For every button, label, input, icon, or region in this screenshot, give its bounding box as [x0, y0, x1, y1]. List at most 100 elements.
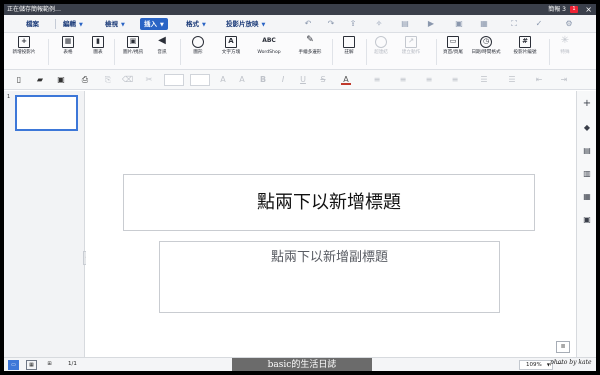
slideshow-icon[interactable]: ▣	[454, 19, 464, 29]
italic-icon[interactable]: I	[278, 75, 288, 85]
format-toolbar: ▯ ▰ ▣ ⎙ ⎘ ⌫ ✂ A A B I U S A ≡ ≡ ≡ ≡ ☰ ☰ …	[4, 70, 596, 90]
add-icon[interactable]: +	[582, 99, 592, 109]
transition-icon[interactable]: ▦	[582, 192, 592, 202]
audio-button[interactable]: ◀ 音訊	[152, 36, 172, 68]
subtitle-placeholder[interactable]: 點兩下以新增副標題	[159, 241, 500, 313]
freeform-button[interactable]: ✎ 手繪多邊形	[294, 36, 326, 68]
decrease-indent-icon[interactable]: ⇤	[534, 75, 544, 85]
slide-number-button[interactable]: # 投影片編號	[509, 36, 541, 68]
align-left-icon[interactable]: ≡	[372, 75, 382, 85]
chevron-down-icon: ▼	[261, 22, 266, 28]
normal-view-button[interactable]: ▭	[8, 360, 19, 370]
increase-indent-icon[interactable]: ⇥	[559, 75, 569, 85]
picture-icon: ▣	[127, 36, 139, 48]
shrink-font-icon[interactable]: A	[237, 75, 247, 85]
printer-icon[interactable]: ⎙	[80, 75, 90, 85]
presenter-view-button[interactable]: ⊞	[44, 360, 55, 370]
font-color-icon[interactable]: A	[341, 75, 351, 85]
shape-button[interactable]: 圖形	[186, 36, 210, 68]
grow-font-icon[interactable]: A	[218, 75, 228, 85]
justify-icon[interactable]: ≡	[450, 75, 460, 85]
align-right-icon[interactable]: ≡	[424, 75, 434, 85]
animation-icon[interactable]: ▣	[582, 215, 592, 225]
undo-icon[interactable]: ↶	[303, 19, 313, 29]
text-icon[interactable]: ▤	[582, 146, 592, 156]
save-icon[interactable]: ▣	[56, 75, 66, 85]
new-slide-icon: +	[18, 36, 30, 48]
status-bar: ▭ ▦ ⊞ 1/1 basic的生活日誌 109% ▼ −	[4, 357, 596, 371]
bullet-list-icon[interactable]: ☰	[479, 75, 489, 85]
hyperlink-button[interactable]: 超連結	[370, 36, 392, 68]
action-icon: ↗	[405, 36, 417, 48]
text-box-button[interactable]: A 文字方塊	[218, 36, 244, 68]
align-center-icon[interactable]: ≡	[398, 75, 408, 85]
strikethrough-icon[interactable]: S	[318, 75, 328, 85]
chevron-down-icon: ▼	[121, 22, 125, 28]
print-icon[interactable]: ▤	[400, 19, 410, 29]
create-action-button[interactable]: ↗ 建立動作	[399, 36, 423, 68]
bold-icon[interactable]: B	[258, 75, 268, 85]
insert-ribbon: + 新增投影片 ▦ 表格 ▮ 圖表 ▣ 圖片/視訊 ◀ 音訊 圖形 A 文字方塊 ABC Wo…	[4, 33, 596, 70]
title-placeholder[interactable]: 點兩下以新增標題	[123, 174, 535, 231]
chart-button[interactable]: ▮ 圖表	[88, 36, 108, 68]
globe-icon	[375, 36, 387, 48]
shape-icon	[192, 36, 204, 48]
menu-view[interactable]: 檢視 ▼	[101, 18, 129, 30]
clear-format-icon[interactable]: ⌫	[122, 75, 133, 85]
right-sidebar: + ◆ ▤ ▥ ▦ ▣	[576, 91, 596, 357]
wordshop-button[interactable]: ABC WordShop	[256, 36, 282, 68]
layout-icon[interactable]: ▥	[582, 169, 592, 179]
new-slide-button[interactable]: + 新增投影片	[10, 36, 38, 68]
slide-thumbnail[interactable]	[15, 95, 78, 131]
app-window: 正在儲存簡報範例… 簡報 3 1 × 檔案 編輯 ▼ 檢視 ▼ 插入 ▼ 格式 ▼ 投影…	[4, 4, 596, 371]
menu-file[interactable]: 檔案	[22, 18, 43, 30]
table-icon: ▦	[62, 36, 74, 48]
redo-icon[interactable]: ↷	[326, 19, 336, 29]
special-button[interactable]: ✳ 特殊	[555, 36, 575, 68]
date-time-button[interactable]: ◷ 日期/時間格式	[471, 36, 501, 68]
watermark-banner: basic的生活日誌	[232, 358, 372, 371]
photo-signature: photo by kate	[550, 359, 592, 366]
header-footer-button[interactable]: ▭ 頁首/頁尾	[441, 36, 465, 68]
comment-icon	[343, 36, 355, 48]
tools-icon[interactable]: ✧	[374, 19, 384, 29]
notification-badge: 1	[570, 6, 578, 13]
picture-video-button[interactable]: ▣ 圖片/視訊	[121, 36, 145, 68]
cut-icon[interactable]: ✂	[144, 75, 154, 85]
menu-slideshow[interactable]: 投影片放映 ▼	[222, 18, 269, 30]
ribbon-separator	[549, 39, 550, 65]
zoom-select[interactable]: 109% ▼	[519, 360, 553, 370]
comment-button[interactable]: 註解	[338, 36, 360, 68]
numbered-list-icon[interactable]: ☰	[507, 75, 517, 85]
notes-button[interactable]: ≣	[556, 341, 570, 353]
fullscreen-icon[interactable]: ⛶	[509, 19, 519, 29]
ribbon-separator	[332, 39, 333, 65]
tag-icon[interactable]: ◆	[582, 123, 592, 133]
underline-icon[interactable]: U	[298, 75, 308, 85]
page-count: 1/1	[68, 361, 77, 367]
wordshop-icon: ABC	[262, 37, 276, 44]
slide-number-icon: #	[519, 36, 531, 48]
slide-thumbnail-panel: 1	[4, 91, 85, 357]
menu-edit[interactable]: 編輯 ▼	[59, 18, 87, 30]
font-name-select[interactable]	[164, 74, 184, 86]
open-folder-icon[interactable]: ▰	[35, 75, 45, 85]
play-icon[interactable]: ▶	[426, 19, 436, 29]
document-title: 正在儲存簡報範例…	[7, 6, 62, 13]
sorter-view-button[interactable]: ▦	[26, 360, 37, 370]
menu-format[interactable]: 格式 ▼	[182, 18, 210, 30]
settings-icon[interactable]: ⚙	[564, 19, 574, 29]
speaker-icon: ◀	[158, 35, 166, 46]
title-bar: 正在儲存簡報範例… 簡報 3 1 ×	[4, 4, 596, 15]
share-icon[interactable]: ⇪	[348, 19, 358, 29]
new-document-icon[interactable]: ▯	[14, 75, 24, 85]
ribbon-separator	[366, 39, 367, 65]
font-size-select[interactable]	[190, 74, 210, 86]
table-button[interactable]: ▦ 表格	[58, 36, 78, 68]
menu-insert[interactable]: 插入 ▼	[140, 18, 168, 30]
copy-format-icon[interactable]: ⎘	[103, 75, 113, 85]
chevron-down-icon: ▼	[202, 22, 206, 28]
close-icon[interactable]: ×	[585, 4, 592, 15]
spellcheck-icon[interactable]: ✓	[534, 19, 544, 29]
grid-icon[interactable]: ▦	[479, 19, 489, 29]
